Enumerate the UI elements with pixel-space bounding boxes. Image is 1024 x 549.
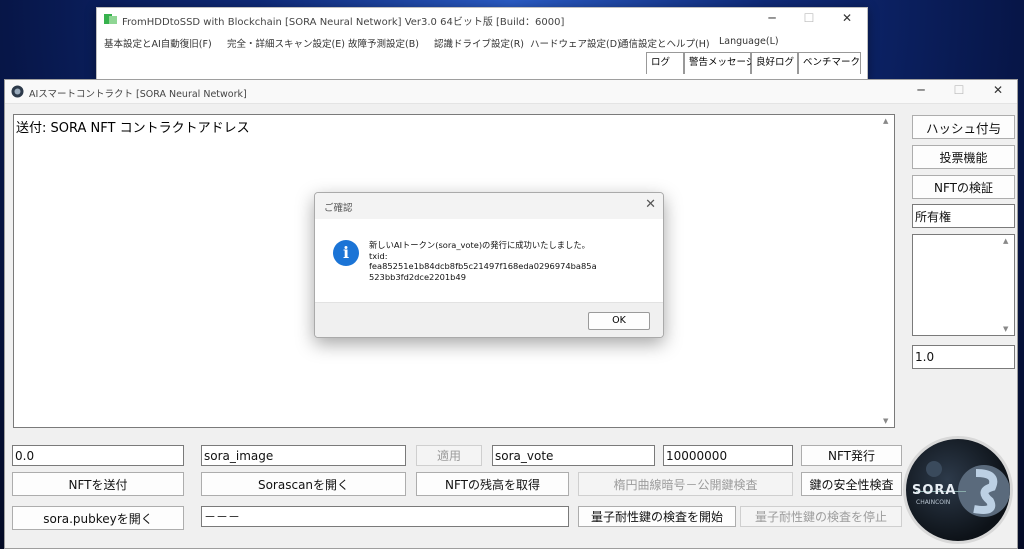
- scrollbar[interactable]: ▲ ▼: [1000, 235, 1014, 335]
- apply-button[interactable]: 適用: [416, 445, 482, 466]
- dialog-message-line: txid:: [369, 250, 388, 261]
- minimize-icon[interactable]: ─: [906, 83, 936, 97]
- token-name-field[interactable]: sora_vote: [492, 445, 655, 466]
- close-icon[interactable]: ✕: [983, 83, 1013, 97]
- menu-hardware-settings[interactable]: ハードウェア設定(D): [530, 36, 621, 50]
- dialog-title: ご確認: [324, 203, 353, 214]
- menu-scan-settings[interactable]: 完全・詳細スキャン設定(E): [227, 36, 345, 50]
- amount-field[interactable]: 0.0: [12, 445, 184, 466]
- scroll-down-icon[interactable]: ▼: [1003, 325, 1008, 333]
- dialog-message: 新しいAIトークン(sora_vote)の発行に成功いたしました。 txid: …: [369, 240, 649, 282]
- nft-verify-button[interactable]: NFTの検証: [912, 175, 1015, 199]
- tab-good-log[interactable]: 良好ログ: [751, 52, 798, 74]
- smart-contract-titlebar[interactable]: AIスマートコントラクト [SORA Neural Network] ─ ☐ ✕: [5, 80, 1017, 104]
- close-icon[interactable]: ✕: [832, 11, 862, 25]
- logo-text-bottom: CHAINCOIN: [916, 499, 951, 506]
- ownership-field[interactable]: 所有権: [912, 204, 1015, 228]
- menu-language[interactable]: Language(L): [719, 36, 779, 47]
- key-safety-check-button[interactable]: 鍵の安全性検査: [801, 472, 902, 496]
- logo-text-top: SORA: [912, 483, 957, 498]
- open-sorascan-button[interactable]: Sorascanを開く: [201, 472, 406, 496]
- maximize-icon[interactable]: ☐: [944, 83, 974, 97]
- info-icon: i: [333, 240, 359, 266]
- vote-button[interactable]: 投票機能: [912, 145, 1015, 169]
- quantum-check-stop-button[interactable]: 量子耐性鍵の検査を停止: [740, 506, 902, 527]
- ownership-list[interactable]: ▲ ▼: [912, 234, 1015, 336]
- scrollbar[interactable]: ▲ ▼: [880, 115, 894, 427]
- scroll-up-icon[interactable]: ▲: [883, 117, 888, 125]
- value-field[interactable]: 1.0: [912, 345, 1015, 369]
- scroll-down-icon[interactable]: ▼: [883, 417, 888, 425]
- menu-failure-prediction[interactable]: 故障予測設定(B): [348, 36, 419, 50]
- minimize-icon[interactable]: ─: [757, 11, 787, 25]
- dialog-txid: fea85251e1b84dcb8fb5c21497f168eda0296974…: [369, 261, 597, 282]
- tab-log[interactable]: ログ: [646, 52, 684, 74]
- menu-communication-help[interactable]: 通信設定とヘルプ(H): [619, 36, 710, 50]
- app-icon: [11, 85, 24, 98]
- nft-issue-button[interactable]: NFT発行: [801, 445, 902, 466]
- supply-field[interactable]: 10000000: [663, 445, 793, 466]
- scroll-up-icon[interactable]: ▲: [1003, 237, 1008, 245]
- tab-warning-messages[interactable]: 警告メッセージ: [684, 52, 755, 74]
- close-icon[interactable]: ✕: [645, 197, 656, 212]
- background-window: FromHDDtoSSD with Blockchain [SORA Neura…: [96, 7, 868, 81]
- confirm-dialog: ご確認 ✕ i 新しいAIトークン(sora_vote)の発行に成功いたしました…: [314, 192, 664, 338]
- menu-drive-settings[interactable]: 認識ドライブ設定(R): [434, 36, 524, 50]
- sora-logo: SORA CHAINCOIN: [903, 436, 1013, 544]
- ok-button[interactable]: OK: [588, 312, 650, 330]
- dialog-titlebar[interactable]: ご確認 ✕: [315, 193, 663, 219]
- key-status-field[interactable]: －－－: [201, 506, 569, 527]
- quantum-check-start-button[interactable]: 量子耐性鍵の検査を開始: [578, 506, 736, 527]
- tab-benchmark[interactable]: ベンチマーク: [798, 52, 861, 74]
- menu-basic-settings[interactable]: 基本設定とAI自動復旧(F): [104, 36, 212, 50]
- hash-button[interactable]: ハッシュ付与: [912, 115, 1015, 139]
- app-icon: [104, 14, 117, 24]
- maximize-icon[interactable]: ☐: [794, 11, 824, 25]
- dialog-message-line: 新しいAIトークン(sora_vote)の発行に成功いたしました。: [369, 240, 590, 250]
- menu-bar: 基本設定とAI自動復旧(F) 完全・詳細スキャン設定(E) 故障予測設定(B) …: [97, 35, 867, 51]
- open-pubkey-button[interactable]: sora.pubkeyを開く: [12, 506, 184, 530]
- ecc-pubkey-check-button[interactable]: 楕円曲線暗号－公開鍵検査: [578, 472, 793, 496]
- background-window-titlebar[interactable]: FromHDDtoSSD with Blockchain [SORA Neura…: [97, 8, 867, 32]
- image-name-field[interactable]: sora_image: [201, 445, 406, 466]
- nft-send-button[interactable]: NFTを送付: [12, 472, 184, 496]
- background-window-title: FromHDDtoSSD with Blockchain [SORA Neura…: [122, 17, 565, 28]
- contract-text: 送付: SORA NFT コントラクトアドレス: [16, 121, 250, 136]
- dialog-footer: OK: [315, 302, 663, 337]
- window-title: AIスマートコントラクト [SORA Neural Network]: [29, 89, 247, 100]
- get-nft-balance-button[interactable]: NFTの残高を取得: [416, 472, 569, 496]
